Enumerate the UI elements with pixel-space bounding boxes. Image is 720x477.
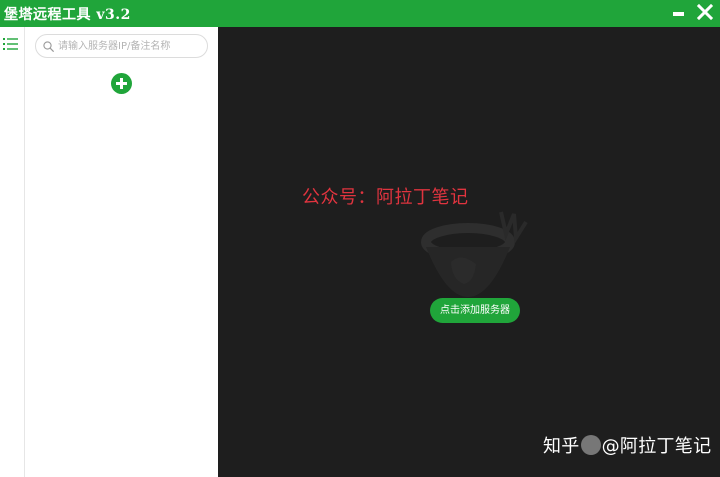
site-watermark: 知乎 @阿拉丁笔记 (543, 432, 711, 458)
search-box (35, 34, 208, 58)
background-logo-art (421, 211, 528, 297)
author-avatar (580, 435, 601, 455)
search-input[interactable] (58, 37, 203, 55)
app-title: 堡塔远程工具 v3.2 (4, 7, 131, 23)
add-server-icon-button[interactable] (111, 73, 132, 94)
server-sidebar (25, 27, 218, 477)
close-button[interactable] (696, 3, 714, 21)
close-icon (696, 3, 714, 21)
left-rail (0, 27, 25, 477)
site-watermark-name: 知乎 (543, 436, 580, 457)
search-icon (43, 41, 54, 52)
menu-icon[interactable] (3, 37, 18, 51)
watermark-text: 公众号：阿拉丁笔记 (302, 187, 469, 208)
author-watermark: @阿拉丁笔记 (601, 436, 712, 457)
minimize-button[interactable] (672, 4, 688, 20)
main-panel: 公众号：阿拉丁笔记 点击添加服务器 (218, 27, 720, 477)
minimize-icon (673, 12, 684, 16)
title-bar: 堡塔远程工具 v3.2 (0, 0, 720, 27)
add-server-button[interactable]: 点击添加服务器 (430, 298, 520, 323)
